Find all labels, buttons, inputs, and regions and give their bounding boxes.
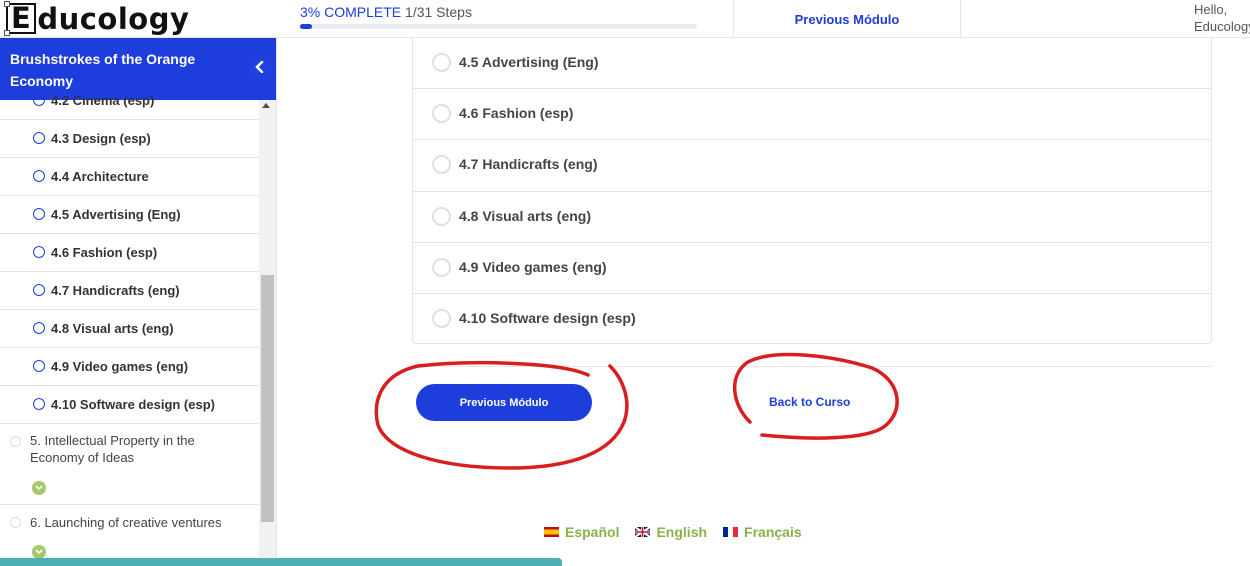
- sidebar-section-item[interactable]: 6. Launching of creative ventures: [0, 505, 259, 565]
- lesson-status-icon: [33, 360, 45, 372]
- content-divider: [412, 366, 1212, 367]
- lesson-status-icon: [33, 322, 45, 334]
- sidebar-lesson-item[interactable]: 4.10 Software design (esp): [0, 386, 259, 424]
- lesson-status-icon: [33, 284, 45, 296]
- language-label: English: [656, 524, 708, 540]
- greeting-text: Hello,: [1194, 2, 1228, 17]
- chevron-left-icon: [255, 61, 264, 73]
- lesson-title: 4.9 Video games (eng): [459, 258, 607, 275]
- lesson-row[interactable]: 4.10 Software design (esp): [413, 294, 1211, 345]
- lesson-row[interactable]: 4.6 Fashion (esp): [413, 89, 1211, 141]
- scrollbar-thumb[interactable]: [261, 275, 274, 522]
- sidebar-lesson-item[interactable]: 4.7 Handicrafts (eng): [0, 272, 259, 310]
- lesson-status-icon: [432, 206, 451, 226]
- expand-section-button[interactable]: [32, 545, 46, 559]
- sidebar-section-item[interactable]: 5. Intellectual Property in the Economy …: [0, 424, 259, 505]
- language-option-french[interactable]: Français: [723, 524, 802, 540]
- course-progress: 3% COMPLETE 1/31 Steps: [300, 4, 700, 29]
- lesson-status-icon: [33, 398, 45, 410]
- sidebar-lesson-item[interactable]: 4.5 Advertising (Eng): [0, 196, 259, 234]
- lesson-status-icon: [33, 170, 45, 182]
- sidebar-header: Brushstrokes of the Orange Economy: [0, 38, 276, 100]
- user-greeting[interactable]: Hello, Educology: [1194, 1, 1250, 35]
- progress-text: 3% COMPLETE 1/31 Steps: [300, 4, 700, 20]
- section-label: 6. Launching of creative ventures: [30, 515, 222, 530]
- previous-module-button[interactable]: Previous Módulo: [416, 384, 592, 421]
- lesson-status-icon: [432, 53, 451, 72]
- back-to-course-link[interactable]: Back to Curso: [769, 395, 850, 409]
- sidebar-scrollbar[interactable]: [259, 100, 276, 566]
- course-sidebar: Brushstrokes of the Orange Economy 4.2 C…: [0, 38, 277, 566]
- lesson-status-icon: [432, 155, 451, 175]
- lesson-status-icon: [33, 208, 45, 220]
- expand-section-button[interactable]: [32, 481, 46, 495]
- sidebar-lesson-item[interactable]: 4.9 Video games (eng): [0, 348, 259, 386]
- lesson-label: 4.4 Architecture: [51, 169, 149, 184]
- language-label: Español: [565, 524, 620, 540]
- logo[interactable]: Educology: [3, 1, 190, 36]
- progress-percent: 3% COMPLETE: [300, 4, 402, 20]
- lesson-row[interactable]: 4.9 Video games (eng): [413, 243, 1211, 294]
- lesson-status-icon: [432, 308, 451, 328]
- sidebar-lesson-item[interactable]: 4.4 Architecture: [0, 158, 259, 196]
- section-label: 5. Intellectual Property in the Economy …: [30, 433, 195, 465]
- lesson-label: 4.6 Fashion (esp): [51, 245, 158, 260]
- lesson-title: 4.6 Fashion (esp): [459, 105, 574, 122]
- lesson-status-icon: [33, 132, 45, 144]
- sidebar-lesson-item[interactable]: 4.2 Cinema (esp): [0, 93, 259, 120]
- lesson-status-icon: [33, 246, 45, 258]
- module-lesson-list: 4.5 Advertising (Eng) 4.6 Fashion (esp) …: [412, 38, 1212, 344]
- lesson-row[interactable]: 4.8 Visual arts (eng): [413, 192, 1211, 243]
- uk-flag-icon: [635, 527, 651, 537]
- section-status-icon: [10, 436, 21, 447]
- sidebar-lesson-item[interactable]: 4.8 Visual arts (eng): [0, 310, 259, 348]
- lesson-label: 4.8 Visual arts (eng): [51, 321, 174, 336]
- lesson-label: 4.2 Cinema (esp): [51, 93, 155, 108]
- sidebar-lesson-item[interactable]: 4.6 Fashion (esp): [0, 234, 259, 272]
- spain-flag-icon: [544, 527, 559, 537]
- language-option-spanish[interactable]: Español: [544, 524, 619, 540]
- lesson-label: 4.9 Video games (eng): [51, 359, 189, 374]
- header-previous-module-button[interactable]: Previous Módulo: [733, 0, 961, 38]
- sidebar-lesson-list: 4.2 Cinema (esp) 4.3 Design (esp) 4.4 Ar…: [0, 93, 259, 565]
- language-label: Français: [744, 524, 802, 540]
- link-preview-bar: [0, 558, 562, 566]
- progress-bar-fill: [300, 24, 312, 29]
- lesson-label: 4.10 Software design (esp): [51, 397, 215, 412]
- top-bar: Educology 3% COMPLETE 1/31 Steps Previou…: [0, 0, 1250, 38]
- user-name: Educology: [1194, 19, 1250, 34]
- course-title: Brushstrokes of the Orange Economy: [10, 51, 196, 89]
- lesson-label: 4.7 Handicrafts (eng): [51, 283, 180, 298]
- lesson-status-icon: [432, 104, 451, 124]
- lesson-title: 4.7 Handicrafts (eng): [459, 156, 598, 173]
- language-option-english[interactable]: English: [635, 524, 707, 540]
- lesson-status-icon: [33, 94, 45, 106]
- progress-steps: 1/31 Steps: [405, 4, 472, 20]
- lesson-label: 4.5 Advertising (Eng): [51, 207, 181, 222]
- section-status-icon: [10, 517, 21, 528]
- lesson-title: 4.10 Software design (esp): [459, 309, 636, 326]
- language-switcher: Español English Français: [544, 524, 802, 540]
- logo-text: ducology: [37, 1, 190, 36]
- scroll-up-arrow-icon[interactable]: [262, 103, 270, 108]
- lesson-title: 4.5 Advertising (Eng): [459, 54, 599, 70]
- sidebar-lesson-item[interactable]: 4.3 Design (esp): [0, 120, 259, 158]
- collapse-sidebar-button[interactable]: [248, 55, 272, 79]
- chevron-down-icon: [35, 549, 43, 555]
- lesson-row[interactable]: 4.7 Handicrafts (eng): [413, 140, 1211, 192]
- chevron-down-icon: [35, 485, 43, 491]
- lesson-status-icon: [432, 257, 451, 277]
- france-flag-icon: [723, 527, 739, 537]
- lesson-row[interactable]: 4.5 Advertising (Eng): [413, 38, 1211, 90]
- progress-bar: [300, 24, 697, 29]
- logo-letter: E: [3, 1, 37, 36]
- lesson-title: 4.8 Visual arts (eng): [459, 207, 592, 224]
- lesson-label: 4.3 Design (esp): [51, 131, 151, 146]
